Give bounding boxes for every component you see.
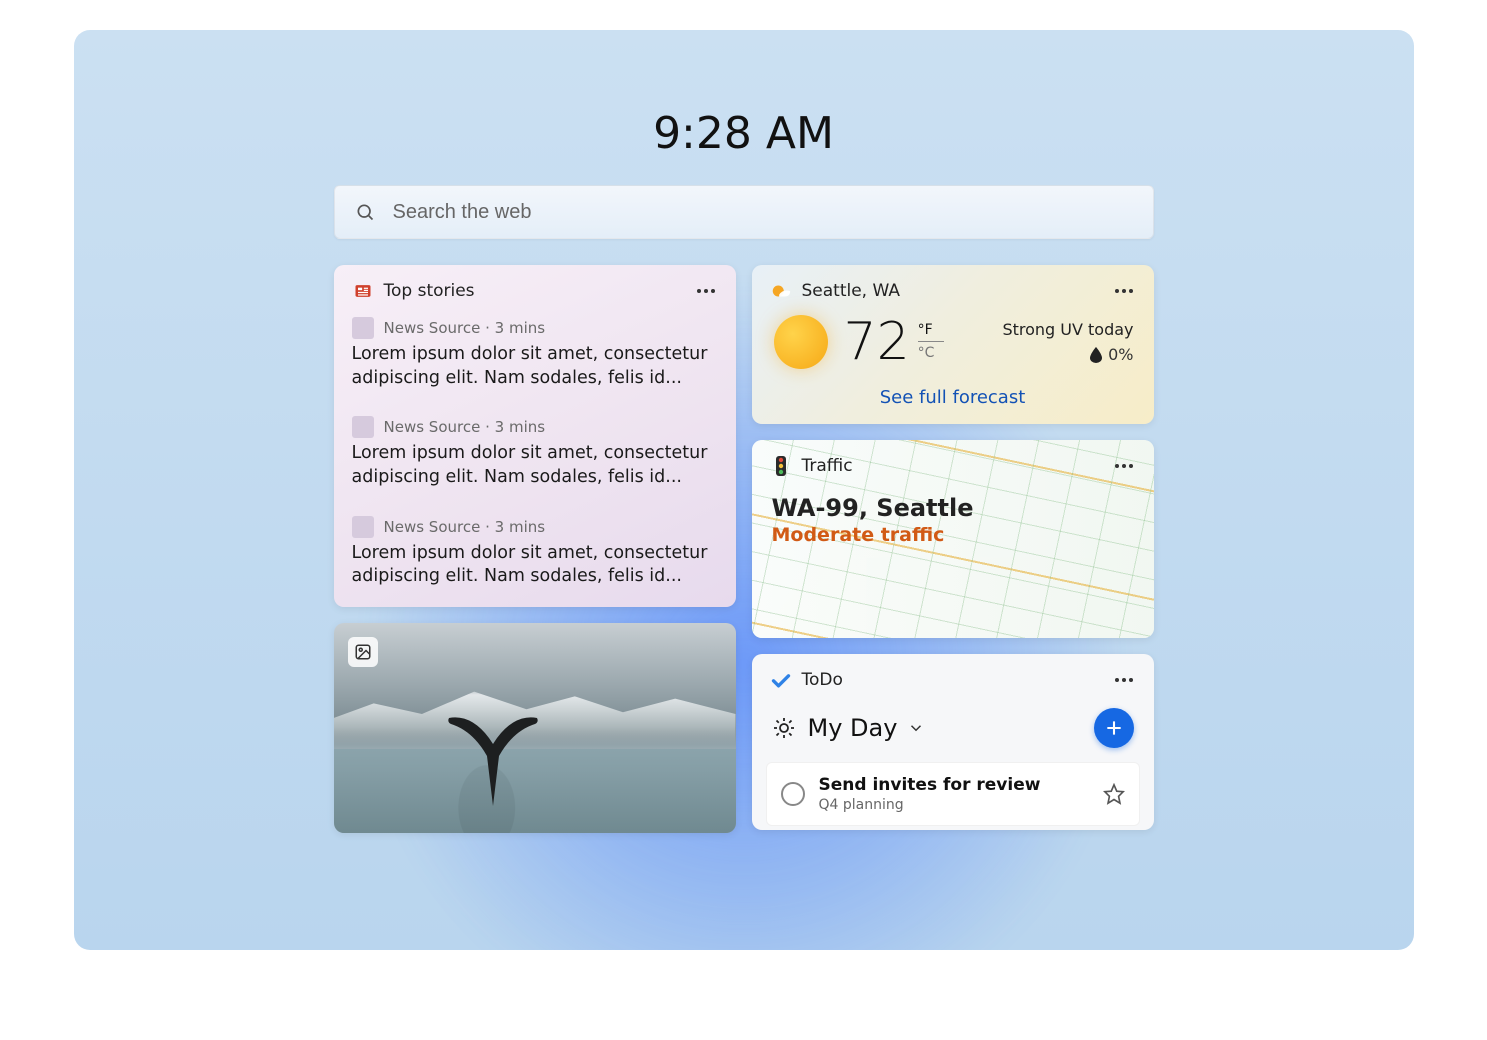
sun-outline-icon	[772, 716, 796, 740]
weather-widget[interactable]: Seattle, WA 72 °F °C	[752, 265, 1154, 424]
todo-widget[interactable]: ToDo My Day	[752, 654, 1154, 830]
weather-uv-text: Strong UV today	[1002, 320, 1133, 339]
news-headline: Lorem ipsum dolor sit amet, consectetur …	[352, 542, 718, 589]
todo-item[interactable]: Send invites for review Q4 planning	[766, 762, 1140, 826]
todo-title: ToDo	[802, 670, 1112, 690]
weather-location: Seattle, WA	[802, 281, 1112, 301]
news-item[interactable]: News Source · 3 mins Lorem ipsum dolor s…	[334, 508, 736, 607]
whale-tail-image	[438, 696, 548, 816]
todo-menu-button[interactable]	[1112, 668, 1136, 692]
traffic-widget[interactable]: Traffic WA-99, Seattle Moderate traffic	[752, 440, 1154, 638]
todo-icon	[770, 669, 792, 691]
forecast-link[interactable]: See full forecast	[752, 387, 1154, 408]
traffic-light-icon	[770, 455, 792, 477]
todo-checkbox[interactable]	[781, 782, 805, 806]
photos-icon	[348, 637, 378, 667]
droplet-icon	[1090, 347, 1102, 363]
news-item[interactable]: News Source · 3 mins Lorem ipsum dolor s…	[334, 309, 736, 408]
weather-temperature: 72	[844, 316, 910, 368]
news-thumbnail	[352, 317, 374, 339]
traffic-status: Moderate traffic	[752, 522, 1154, 548]
traffic-title: Traffic	[802, 456, 1112, 476]
sun-icon	[774, 315, 828, 369]
search-bar[interactable]	[334, 185, 1154, 239]
todo-list-name[interactable]: My Day	[808, 714, 898, 742]
weather-menu-button[interactable]	[1112, 279, 1136, 303]
widgets-panel: 9:28 AM Top stories	[74, 30, 1414, 950]
star-icon[interactable]	[1103, 783, 1125, 805]
news-thumbnail	[352, 516, 374, 538]
traffic-route: WA-99, Seattle	[752, 484, 1154, 522]
news-headline: Lorem ipsum dolor sit amet, consectetur …	[352, 442, 718, 489]
weather-icon	[770, 280, 792, 302]
chevron-down-icon[interactable]	[907, 719, 925, 737]
todo-item-subtitle: Q4 planning	[819, 797, 1103, 813]
unit-toggle[interactable]: °F °C	[918, 322, 944, 361]
news-headline: Lorem ipsum dolor sit amet, consectetur …	[352, 343, 718, 390]
news-icon	[352, 280, 374, 302]
news-title: Top stories	[384, 281, 694, 301]
photos-widget[interactable]	[334, 623, 736, 833]
todo-item-title: Send invites for review	[819, 775, 1103, 795]
news-menu-button[interactable]	[694, 279, 718, 303]
news-thumbnail	[352, 416, 374, 438]
clock-text: 9:28 AM	[653, 108, 834, 159]
news-widget[interactable]: Top stories News Source · 3 mins Lorem i…	[334, 265, 736, 607]
news-item[interactable]: News Source · 3 mins Lorem ipsum dolor s…	[334, 408, 736, 507]
search-input[interactable]	[393, 201, 1133, 224]
traffic-menu-button[interactable]	[1112, 454, 1136, 478]
search-icon	[355, 202, 375, 222]
weather-precipitation: 0%	[1002, 345, 1133, 364]
add-task-button[interactable]	[1094, 708, 1134, 748]
